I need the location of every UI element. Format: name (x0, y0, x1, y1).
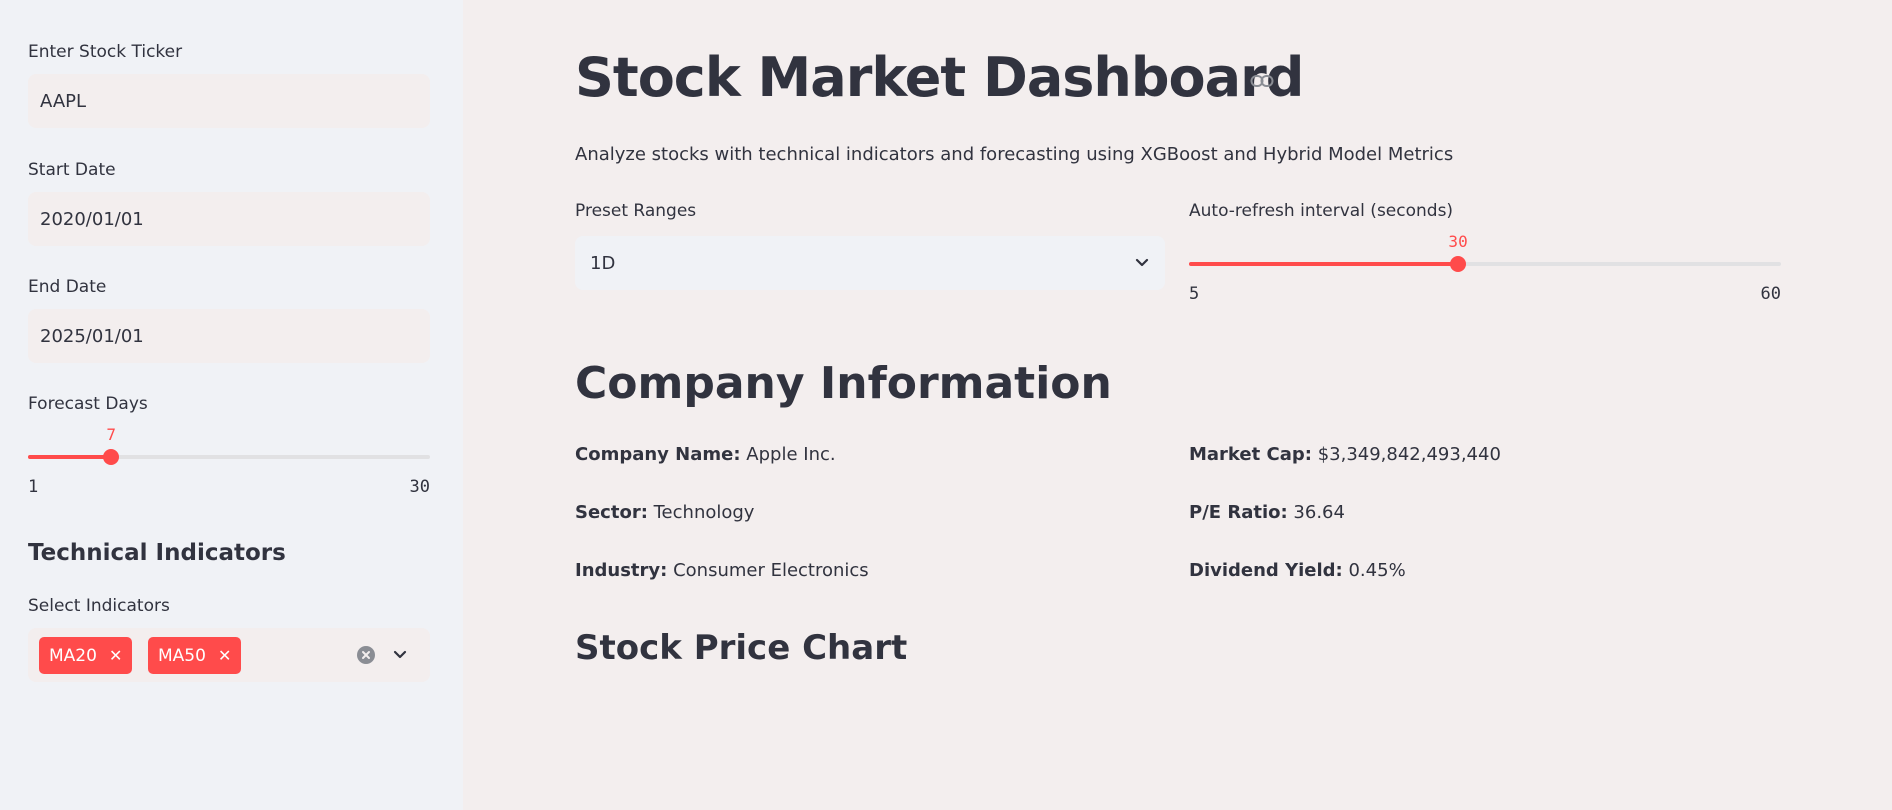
start-date-input[interactable]: 2020/01/01 (28, 192, 430, 246)
refresh-label: Auto-refresh interval (seconds) (1189, 201, 1454, 221)
technical-indicators-heading: Technical Indicators (28, 540, 286, 566)
tag-ma50[interactable]: MA50 ✕ (148, 637, 242, 674)
page-subtitle: Analyze stocks with technical indicators… (575, 144, 1454, 165)
market-cap-value: $3,349,842,493,440 (1317, 444, 1501, 465)
company-sector: Sector: Technology (575, 502, 754, 523)
slider-fill (28, 455, 112, 459)
indicators-label: Select Indicators (28, 596, 170, 616)
slider-thumb[interactable] (1450, 256, 1467, 272)
indicators-group: Select Indicators MA20 ✕ MA50 ✕ (28, 596, 430, 682)
end-date-input[interactable]: 2025/01/01 (28, 309, 430, 363)
market-cap-label: Market Cap: (1189, 444, 1312, 465)
preset-label: Preset Ranges (575, 201, 697, 221)
slider-max: 60 (1760, 284, 1781, 304)
slider-value: 30 (1448, 232, 1468, 251)
chevron-down-icon[interactable] (392, 648, 408, 662)
ticker-label: Enter Stock Ticker (28, 42, 183, 62)
tag-label: MA50 (158, 645, 206, 666)
pe-ratio-value: 36.64 (1293, 502, 1345, 523)
clear-icon[interactable] (357, 646, 375, 664)
remove-tag-icon[interactable]: ✕ (109, 646, 122, 665)
company-industry: Industry: Consumer Electronics (575, 560, 869, 581)
slider-value: 7 (106, 425, 116, 444)
start-date-group: Start Date 2020/01/01 (28, 160, 430, 246)
dividend-yield: Dividend Yield: 0.45% (1189, 560, 1406, 581)
slider-max: 30 (409, 477, 430, 497)
indicators-multiselect[interactable]: MA20 ✕ MA50 ✕ (28, 628, 430, 682)
remove-tag-icon[interactable]: ✕ (218, 646, 231, 665)
sidebar: Enter Stock Ticker AAPL Start Date 2020/… (0, 0, 463, 810)
sector-label: Sector: (575, 502, 648, 523)
sector-value: Technology (653, 502, 755, 523)
chevron-down-icon (1135, 258, 1149, 267)
industry-value: Consumer Electronics (673, 560, 869, 581)
end-date-label: End Date (28, 277, 107, 297)
page-title: Stock Market Dashboard (575, 46, 1304, 109)
dividend-label: Dividend Yield: (1189, 560, 1343, 581)
ticker-input[interactable]: AAPL (28, 74, 430, 128)
forecast-label: Forecast Days (28, 394, 148, 414)
forecast-group: Forecast Days (28, 394, 430, 414)
slider-fill (1189, 262, 1459, 266)
company-info-heading: Company Information (575, 358, 1112, 409)
preset-value: 1D (590, 252, 616, 274)
link-icon[interactable] (1250, 74, 1274, 88)
company-name-value: Apple Inc. (746, 444, 836, 465)
company-name: Company Name: Apple Inc. (575, 444, 836, 465)
start-date-label: Start Date (28, 160, 116, 180)
company-name-label: Company Name: (575, 444, 741, 465)
market-cap: Market Cap: $3,349,842,493,440 (1189, 444, 1501, 465)
tag-label: MA20 (49, 645, 97, 666)
pe-ratio: P/E Ratio: 36.64 (1189, 502, 1345, 523)
end-date-group: End Date 2025/01/01 (28, 277, 430, 363)
industry-label: Industry: (575, 560, 668, 581)
slider-thumb[interactable] (103, 449, 120, 465)
tag-ma20[interactable]: MA20 ✕ (39, 637, 133, 674)
pe-ratio-label: P/E Ratio: (1189, 502, 1288, 523)
dividend-value: 0.45% (1348, 560, 1406, 581)
stock-price-chart-heading: Stock Price Chart (575, 628, 908, 668)
slider-min: 1 (28, 477, 39, 497)
preset-select[interactable]: 1D (575, 236, 1165, 290)
slider-min: 5 (1189, 284, 1200, 304)
ticker-group: Enter Stock Ticker AAPL (28, 42, 430, 128)
